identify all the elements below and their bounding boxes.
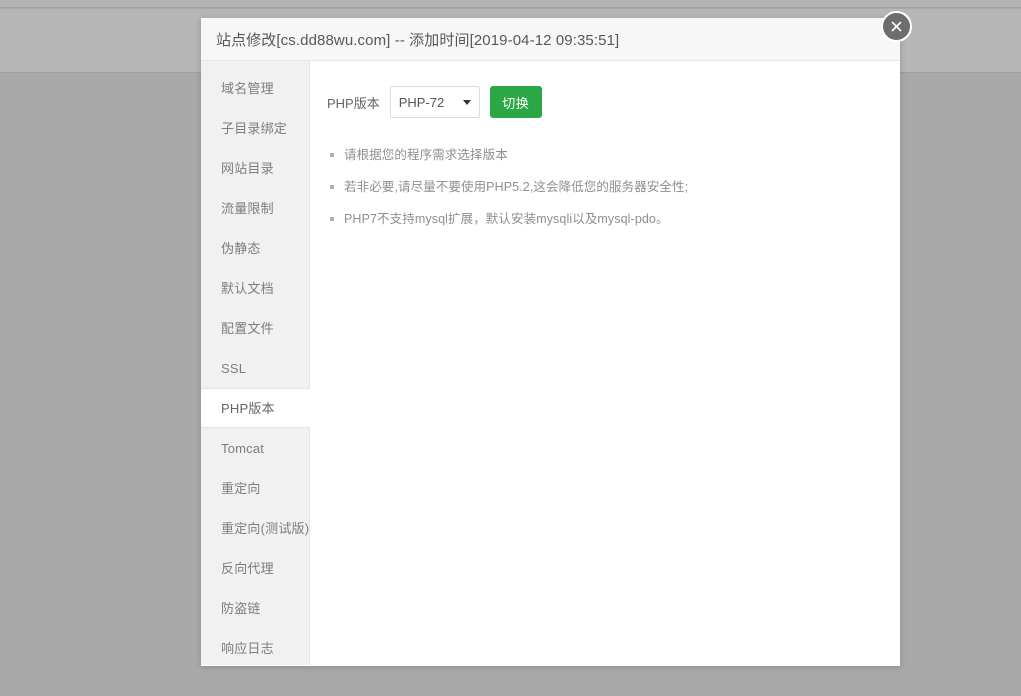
- php-version-notes-list: 请根据您的程序需求选择版本 若非必要,请尽量不要使用PHP5.2,这会降低您的服…: [327, 146, 880, 228]
- sidebar-item-ssl[interactable]: SSL: [201, 348, 309, 388]
- switch-button[interactable]: 切换: [489, 86, 542, 118]
- backdrop-top-strip: [0, 0, 1021, 8]
- sidebar-item-subdirectory-binding[interactable]: 子目录绑定: [201, 108, 309, 148]
- bullet-icon: [330, 185, 334, 189]
- php-version-form-row: PHP版本 PHP-72 切换: [327, 86, 880, 118]
- dialog-sidebar: 域名管理 子目录绑定 网站目录 流量限制 伪静态 默认文档 配置文件 SSL P…: [201, 61, 310, 665]
- php-version-selected-value: PHP-72: [398, 94, 445, 110]
- sidebar-item-website-directory[interactable]: 网站目录: [201, 148, 309, 188]
- php-version-label: PHP版本: [327, 95, 380, 111]
- dialog-body: 域名管理 子目录绑定 网站目录 流量限制 伪静态 默认文档 配置文件 SSL P…: [201, 61, 900, 665]
- php-version-select[interactable]: PHP-72: [389, 86, 480, 118]
- bullet-icon: [330, 153, 334, 157]
- sidebar-item-traffic-limit[interactable]: 流量限制: [201, 188, 309, 228]
- note-text: PHP7不支持mysql扩展，默认安装mysqli以及mysql-pdo。: [344, 212, 669, 226]
- sidebar-item-default-document[interactable]: 默认文档: [201, 268, 309, 308]
- note-text: 请根据您的程序需求选择版本: [344, 148, 508, 162]
- sidebar-item-reverse-proxy[interactable]: 反向代理: [201, 548, 309, 588]
- dialog-content-php-version: PHP版本 PHP-72 切换 请根据您的程序需求选择版本 若非必要,请尽量不要…: [310, 61, 900, 665]
- bullet-icon: [330, 217, 334, 221]
- sidebar-item-response-log[interactable]: 响应日志: [201, 628, 309, 668]
- site-modify-dialog: 站点修改[cs.dd88wu.com] -- 添加时间[2019-04-12 0…: [201, 11, 912, 666]
- sidebar-item-redirect-beta[interactable]: 重定向(测试版): [201, 508, 309, 548]
- sidebar-item-redirect[interactable]: 重定向: [201, 468, 309, 508]
- sidebar-item-domain-management[interactable]: 域名管理: [201, 68, 309, 108]
- note-text: 若非必要,请尽量不要使用PHP5.2,这会降低您的服务器安全性;: [344, 180, 689, 194]
- dialog-header: 站点修改[cs.dd88wu.com] -- 添加时间[2019-04-12 0…: [201, 18, 900, 61]
- sidebar-item-pseudo-static[interactable]: 伪静态: [201, 228, 309, 268]
- sidebar-item-php-version[interactable]: PHP版本: [201, 388, 310, 428]
- list-item: PHP7不支持mysql扩展，默认安装mysqli以及mysql-pdo。: [327, 210, 880, 228]
- chevron-down-icon: [462, 99, 471, 105]
- list-item: 请根据您的程序需求选择版本: [327, 146, 880, 164]
- dialog-title: 站点修改[cs.dd88wu.com] -- 添加时间[2019-04-12 0…: [216, 31, 620, 49]
- sidebar-item-hotlink-protection[interactable]: 防盗链: [201, 588, 309, 628]
- close-icon[interactable]: [881, 11, 912, 42]
- list-item: 若非必要,请尽量不要使用PHP5.2,这会降低您的服务器安全性;: [327, 178, 880, 196]
- sidebar-item-config-file[interactable]: 配置文件: [201, 308, 309, 348]
- sidebar-item-tomcat[interactable]: Tomcat: [201, 428, 309, 468]
